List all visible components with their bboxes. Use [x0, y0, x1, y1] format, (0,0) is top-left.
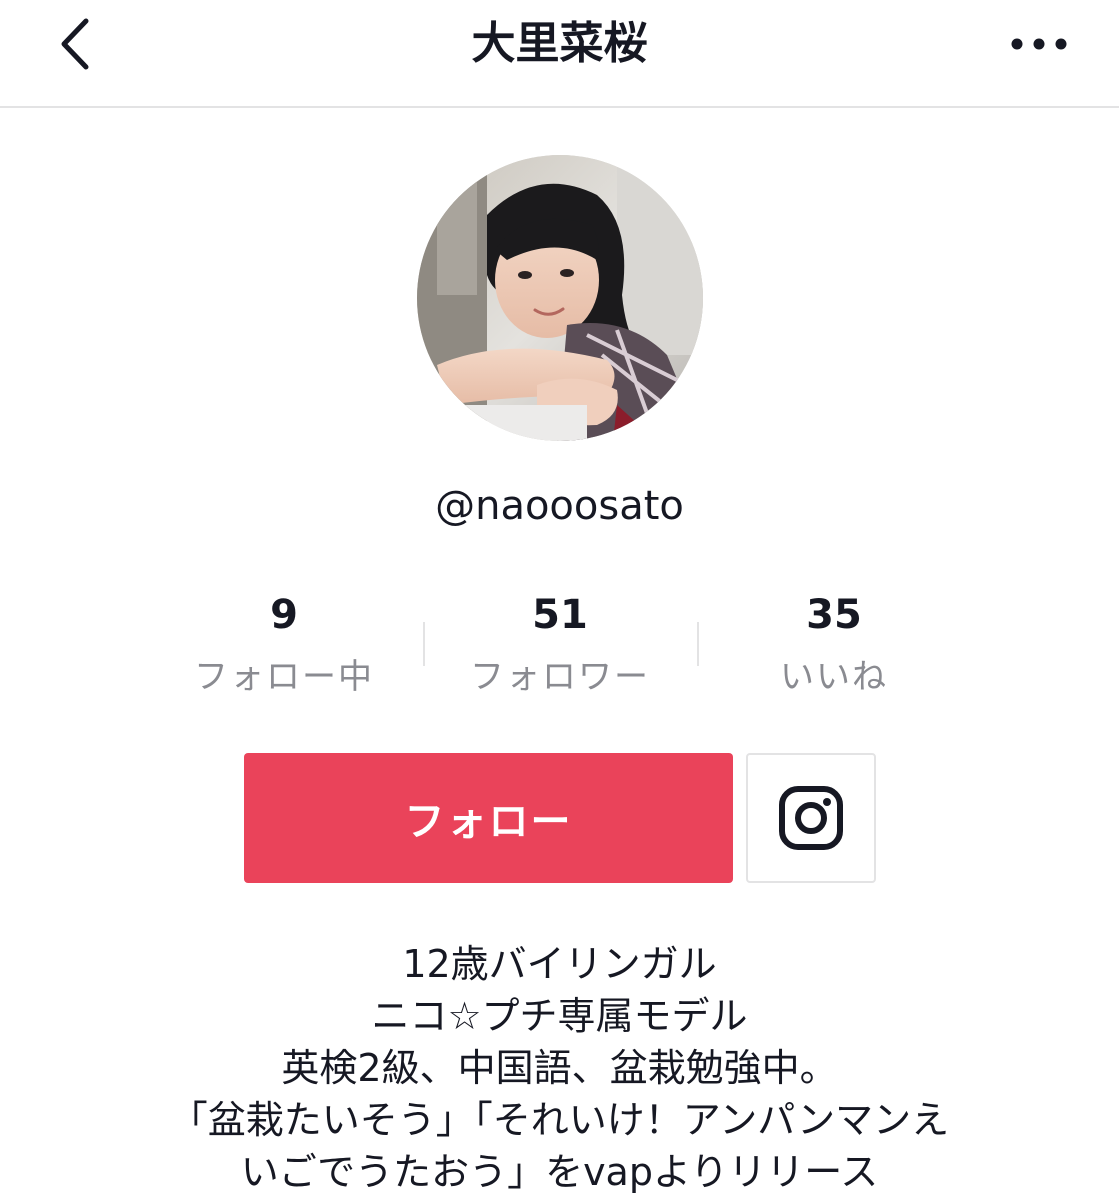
- ellipsis-icon: [1011, 38, 1067, 50]
- avatar[interactable]: [417, 155, 703, 441]
- instagram-icon: [779, 786, 843, 850]
- instagram-button[interactable]: [746, 753, 876, 883]
- followers-count: 51: [532, 592, 588, 638]
- stat-following[interactable]: 9 フォロー中: [147, 588, 421, 700]
- following-label: フォロー中: [194, 657, 374, 697]
- follow-button[interactable]: フォロー: [244, 753, 733, 883]
- top-bar: 大里菜桜: [0, 0, 1119, 108]
- bio-line: いごでうたおう」をvapよりリリース: [240, 1150, 879, 1194]
- likes-count: 35: [806, 592, 862, 638]
- followers-label: フォロワー: [470, 657, 650, 697]
- page-title: 大里菜桜: [471, 18, 648, 69]
- stat-followers[interactable]: 51 フォロワー: [423, 588, 697, 700]
- more-options-button[interactable]: [999, 14, 1079, 74]
- bio-line: 「盆栽たいそう」「それいけ！アンパンマンえ: [169, 1098, 950, 1142]
- bio: 12歳バイリンガル ニコ☆プチ専属モデル 英検2級、中国語、盆栽勉強中。 「盆栽…: [0, 938, 1119, 1198]
- stat-likes: 35 いいね: [697, 588, 971, 700]
- bio-line: 12歳バイリンガル: [402, 942, 717, 986]
- profile-photo: [417, 155, 703, 441]
- bio-line: 英検2級、中国語、盆栽勉強中。: [281, 1046, 838, 1090]
- likes-label: いいね: [780, 657, 888, 697]
- bio-line: ニコ☆プチ専属モデル: [371, 994, 748, 1038]
- username: @naooosato: [435, 483, 684, 529]
- following-count: 9: [270, 592, 298, 638]
